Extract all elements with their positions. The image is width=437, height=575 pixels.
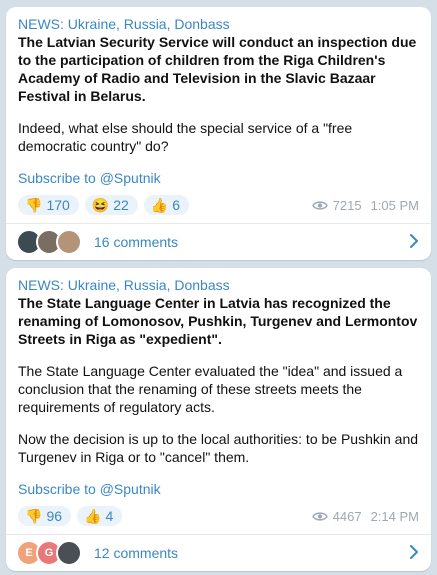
- thumbs-down-icon: 👎: [25, 197, 43, 213]
- post-headline: The State Language Center in Latvia has …: [18, 295, 418, 347]
- reaction-thumbs-up[interactable]: 👍 6: [143, 195, 190, 215]
- reactions-bar: 👎 96 👍 4: [18, 506, 123, 526]
- comments-button[interactable]: 16 comments: [6, 223, 431, 260]
- post-paragraph: The State Language Center evaluated the …: [18, 363, 403, 415]
- avatar: [56, 540, 82, 566]
- reaction-grinning[interactable]: 😆 22: [84, 195, 138, 215]
- post-card: NEWS: Ukraine, Russia, Donbass The State…: [6, 268, 431, 571]
- thumbs-down-icon: 👎: [25, 508, 43, 524]
- reaction-count: 96: [46, 508, 63, 524]
- chevron-right-icon: [409, 544, 419, 562]
- comments-button[interactable]: E G 12 comments: [6, 534, 431, 571]
- reaction-count: 4: [105, 508, 114, 524]
- comments-count-label: 12 comments: [94, 545, 179, 561]
- grinning-face-icon: 😆: [91, 197, 110, 213]
- subscribe-link[interactable]: Subscribe to @Sputnik: [18, 480, 419, 498]
- reaction-count: 6: [172, 197, 181, 213]
- post-body: NEWS: Ukraine, Russia, Donbass The State…: [6, 268, 431, 534]
- reaction-thumbs-down[interactable]: 👎 170: [18, 195, 79, 215]
- channel-feed: NEWS: Ukraine, Russia, Donbass The Latvi…: [0, 0, 437, 575]
- post-footer: 👎 96 👍 4 4467 2:14 PM: [18, 504, 419, 528]
- reaction-count: 170: [46, 197, 70, 213]
- post-paragraph: Indeed, what else should the special ser…: [18, 120, 353, 154]
- commenter-avatars: [16, 229, 82, 255]
- post-meta: 4467 2:14 PM: [311, 508, 419, 524]
- reactions-bar: 👎 170 😆 22 👍 6: [18, 195, 190, 215]
- chevron-right-icon: [409, 233, 419, 251]
- post-footer: 👎 170 😆 22 👍 6 7215 1:05 PM: [18, 193, 419, 217]
- commenter-avatars: E G: [16, 540, 82, 566]
- thumbs-up-icon: 👍: [150, 197, 169, 213]
- post-headline: The Latvian Security Service will conduc…: [18, 34, 417, 104]
- post-time: 1:05 PM: [370, 197, 419, 213]
- thumbs-up-icon: 👍: [84, 508, 102, 524]
- view-count: 7215: [332, 197, 362, 213]
- eye-icon: [311, 511, 328, 522]
- reaction-thumbs-up[interactable]: 👍 4: [77, 506, 123, 526]
- channel-name[interactable]: NEWS: Ukraine, Russia, Donbass: [18, 15, 419, 33]
- post-body: NEWS: Ukraine, Russia, Donbass The Latvi…: [6, 7, 431, 223]
- reaction-count: 22: [113, 197, 129, 213]
- view-count: 4467: [332, 508, 362, 524]
- post-time: 2:14 PM: [370, 508, 419, 524]
- avatar: [56, 229, 82, 255]
- post-card: NEWS: Ukraine, Russia, Donbass The Latvi…: [6, 7, 431, 260]
- reaction-thumbs-down[interactable]: 👎 96: [18, 506, 72, 526]
- channel-name[interactable]: NEWS: Ukraine, Russia, Donbass: [18, 276, 419, 294]
- comments-count-label: 16 comments: [94, 234, 179, 250]
- post-meta: 7215 1:05 PM: [311, 197, 419, 213]
- eye-icon: [311, 200, 328, 211]
- post-paragraph: Now the decision is up to the local auth…: [18, 431, 419, 465]
- subscribe-link[interactable]: Subscribe to @Sputnik: [18, 169, 419, 187]
